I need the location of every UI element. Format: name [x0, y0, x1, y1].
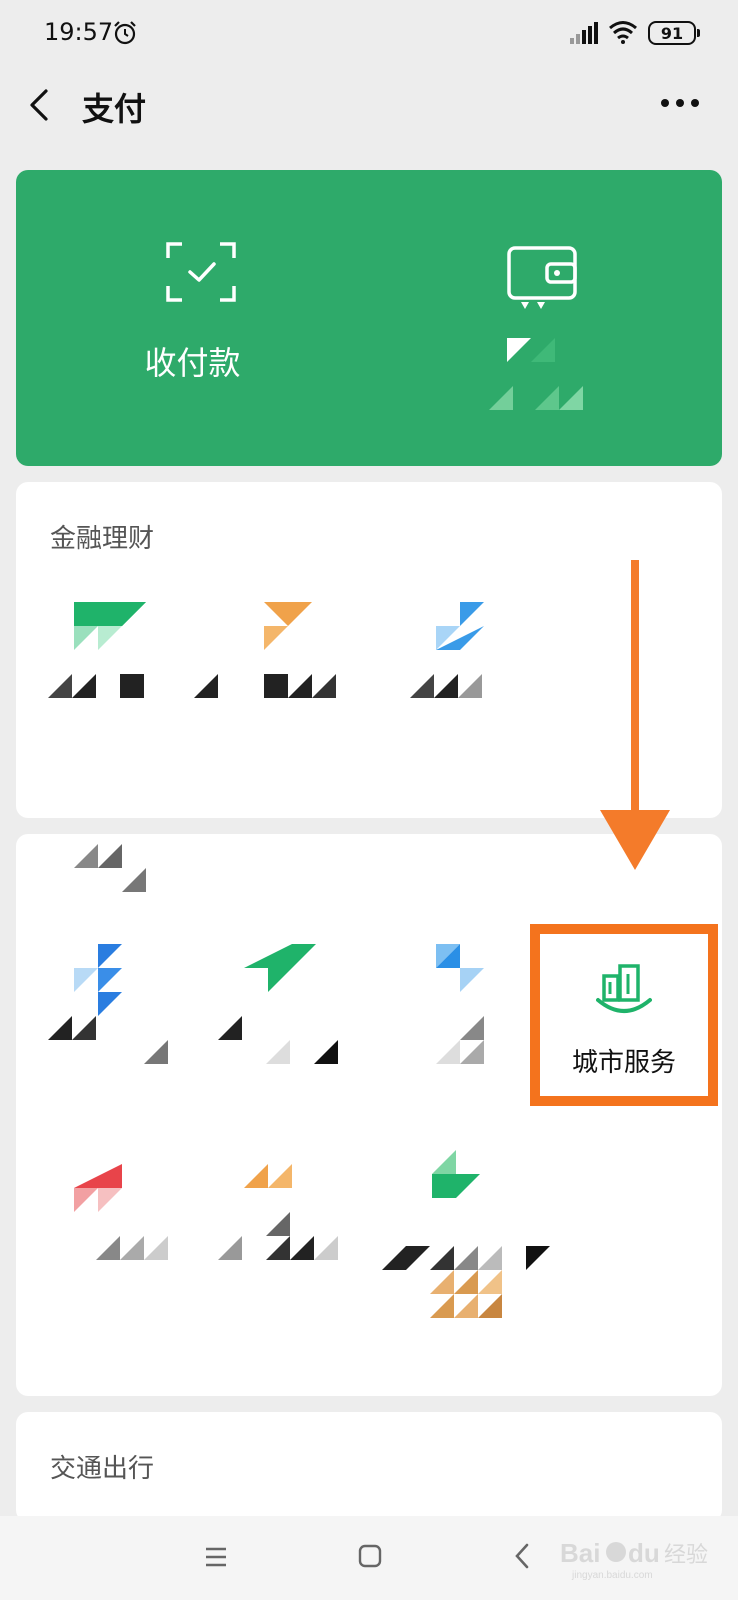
- life-item-5[interactable]: [218, 1154, 390, 1354]
- city-service-label: 城市服务: [571, 1048, 676, 1078]
- status-bar: 19:57 91: [0, 0, 738, 70]
- life-item-6[interactable]: [382, 1134, 554, 1334]
- battery-indicator: 91: [648, 21, 700, 45]
- life-item-1[interactable]: [48, 934, 220, 1134]
- finance-item-3-icon: [410, 602, 484, 698]
- life-services-section: [16, 834, 722, 1396]
- svg-text:jingyan.baidu.com: jingyan.baidu.com: [571, 1570, 653, 1581]
- svg-text:du: du: [628, 1538, 660, 1568]
- city-service-button[interactable]: 城市服务: [530, 924, 718, 1106]
- back-icon[interactable]: [26, 88, 54, 122]
- svg-text:Bai: Bai: [560, 1538, 600, 1568]
- more-icon[interactable]: [660, 98, 700, 108]
- wallet-label-mosaic: [489, 338, 583, 410]
- finance-item-3[interactable]: [410, 592, 582, 792]
- page-title: 支付: [82, 90, 147, 128]
- receive-pay-button[interactable]: 收付款: [16, 170, 369, 466]
- alarm-icon: [114, 21, 136, 45]
- svg-text:经验: 经验: [664, 1543, 708, 1568]
- finance-section-title: 金融理财: [50, 524, 155, 554]
- life-item-5-icon: [218, 1164, 338, 1260]
- scan-icon: [166, 242, 236, 302]
- city-building-icon: [596, 964, 652, 1013]
- system-back-icon[interactable]: [514, 1543, 530, 1569]
- home-icon[interactable]: [358, 1544, 382, 1568]
- pay-card: 收付款: [16, 170, 722, 466]
- finance-item-1[interactable]: [48, 592, 220, 792]
- nav-bar: 支付: [0, 70, 738, 140]
- life-item-1-icon: [48, 944, 168, 1064]
- finance-item-2-icon: [264, 602, 336, 698]
- signal-icon: [570, 22, 598, 44]
- life-item-2-icon: [218, 944, 338, 1064]
- wallet-icon: [507, 246, 577, 309]
- life-item-6-icon: [382, 1150, 550, 1318]
- baidu-watermark-logo: Bai du 经验 jingyan.baidu.com: [560, 1538, 708, 1581]
- wallet-button[interactable]: [369, 170, 722, 466]
- transport-section: 交通出行: [16, 1412, 722, 1522]
- receive-pay-label: 收付款: [144, 344, 241, 382]
- transport-section-title: 交通出行: [50, 1454, 155, 1484]
- status-time: 19:57: [44, 18, 114, 46]
- down-arrow-annotation: [600, 560, 670, 870]
- life-item-2[interactable]: [218, 934, 390, 1134]
- life-section-title-mosaic: [74, 844, 146, 892]
- life-item-4[interactable]: [48, 1154, 220, 1354]
- life-item-4-icon: [74, 1164, 168, 1260]
- finance-item-2[interactable]: [238, 592, 410, 792]
- wifi-icon: [609, 21, 637, 44]
- menu-icon[interactable]: [204, 1546, 228, 1568]
- finance-item-1-icon: [48, 602, 218, 698]
- system-navigation-bar: Bai du 经验 jingyan.baidu.com: [0, 1516, 738, 1600]
